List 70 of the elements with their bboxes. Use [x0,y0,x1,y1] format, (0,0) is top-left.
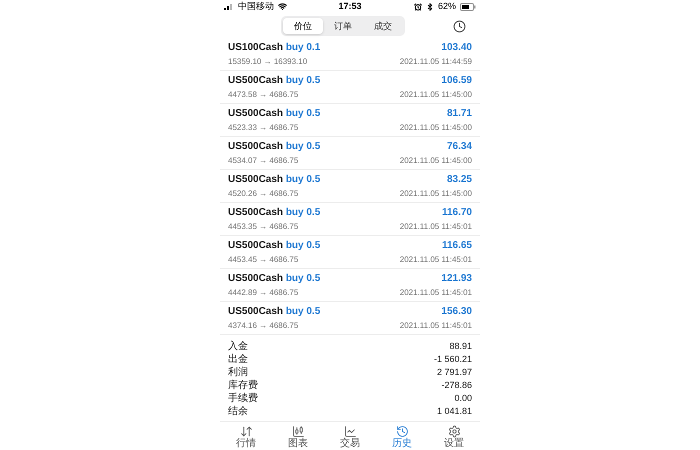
trade-profit: 81.71 [446,107,472,121]
trade-profit: 121.93 [441,272,472,286]
summary-value: -1 560.21 [434,352,472,366]
trade-time: 2021.11.05 11:45:01 [400,320,472,332]
line-chart-icon [344,425,356,438]
trade-prices: 4473.58 → 4686.75 [228,89,298,101]
carrier-name: 中国移动 [238,0,274,14]
history-icon [396,425,408,438]
trade-title: US500Cash buy 0.5 [228,272,320,286]
trade-profit: 116.65 [442,239,472,253]
trade-prices: 4523.33 → 4686.75 [228,122,298,134]
clock-icon[interactable] [453,20,466,33]
alarm-icon [414,2,422,11]
tab-bar-item[interactable]: 行情 [228,425,264,450]
summary-value: 1 041.81 [436,404,472,418]
summary-label: 手续费 [228,392,258,406]
trade-title: US500Cash buy 0.5 [228,239,320,253]
trade-profit: 76.34 [446,140,472,154]
wifi-icon [278,2,287,12]
trade-title: US500Cash buy 0.5 [228,305,320,319]
trade-time: 2021.11.05 11:45:01 [400,221,472,233]
trade-time: 2021.11.05 11:45:00 [400,155,472,167]
trade-title: US500Cash buy 0.5 [228,140,320,154]
signal-icon [224,3,234,10]
trade-prices: 15359.10 → 16393.10 [228,56,308,68]
summary-value: 0.00 [454,392,472,405]
arrows-icon [240,425,252,438]
trade-prices: 4520.26 → 4686.75 [228,188,298,200]
bluetooth-icon [426,2,434,11]
trade-time: 2021.11.05 11:45:01 [400,287,472,299]
trade-profit: 83.25 [446,173,472,187]
trade-title: US500Cash buy 0.5 [228,173,320,187]
summary-label: 利润 [228,366,248,380]
summary-value: 88.91 [449,340,472,353]
trade-title: US500Cash buy 0.5 [228,74,320,88]
segment-tab[interactable]: 成交 [363,18,403,34]
trade-title: US100Cash buy 0.1 [228,41,320,55]
trade-profit: 116.70 [442,206,472,220]
segment-tab[interactable]: 订单 [323,18,363,34]
tab-bar-item[interactable]: 交易 [332,425,368,450]
trade-prices: 4453.45 → 4686.75 [228,254,298,266]
trade-prices: 4534.07 → 4686.75 [228,155,298,167]
candlestick-icon [292,425,304,438]
summary-value: -278.86 [441,378,472,392]
trade-time: 2021.11.05 11:45:01 [400,254,472,266]
trade-time: 2021.11.05 11:44:59 [400,56,472,68]
battery-percent: 62% [438,0,456,14]
tab-bar-item[interactable]: 图表 [280,425,316,450]
summary-label: 入金 [228,340,248,354]
trade-profit: 156.30 [441,305,472,319]
trade-prices: 4442.89 → 4686.75 [228,287,298,299]
trade-time: 2021.11.05 11:45:00 [400,89,472,101]
summary-value: 2 791.97 [436,366,472,379]
tab-bar-item[interactable]: 设置 [436,425,472,450]
segment-tab[interactable]: 价位 [283,18,323,34]
gear-icon [448,425,460,438]
summary-label: 出金 [228,352,248,366]
summary-label: 库存费 [228,378,258,392]
tab-bar-item[interactable]: 历史 [384,425,420,450]
battery-icon [460,2,476,11]
trade-title: US500Cash buy 0.5 [228,206,320,220]
trade-title: US500Cash buy 0.5 [228,107,320,121]
trade-prices: 4374.16 → 4686.75 [228,320,298,332]
trade-time: 2021.11.05 11:45:00 [400,188,472,200]
trade-time: 2021.11.05 11:45:00 [400,122,472,134]
summary-label: 结余 [228,404,248,419]
trade-profit: 103.40 [441,41,472,55]
trade-prices: 4453.35 → 4686.75 [228,221,298,233]
clock-time: 17:53 [338,0,362,14]
trade-profit: 106.59 [441,74,472,88]
